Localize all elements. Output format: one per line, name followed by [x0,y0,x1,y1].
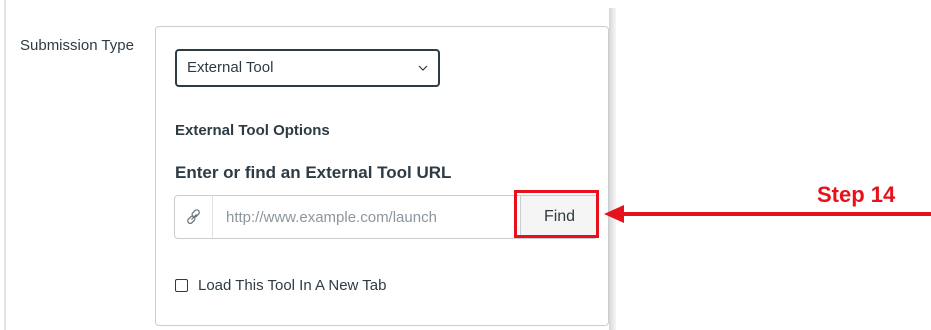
external-tool-options-heading: External Tool Options [175,122,330,139]
page: Submission Type External Tool External T… [0,0,931,330]
chevron-down-icon [418,65,428,71]
new-tab-checkbox[interactable] [175,278,188,292]
external-tool-url-input[interactable] [213,196,526,238]
new-tab-checkbox-row[interactable]: Load This Tool In A New Tab [175,275,386,295]
link-icon-box [175,196,213,238]
submission-type-select[interactable]: External Tool [175,49,440,87]
submission-type-selected-value: External Tool [187,59,274,76]
submission-type-panel: External Tool External Tool Options Ente… [155,26,609,326]
external-tool-url-heading: Enter or find an External Tool URL [175,163,452,182]
find-button-highlight [514,190,599,238]
new-tab-checkbox-label: Load This Tool In A New Tab [198,276,387,294]
step-label: Step 14 [817,182,896,207]
arrow-head [604,205,624,223]
arrow-line [623,212,931,216]
left-divider [4,0,6,330]
panel-shadow [609,8,616,330]
submission-type-label: Submission Type [20,37,134,54]
link-icon [187,209,200,225]
